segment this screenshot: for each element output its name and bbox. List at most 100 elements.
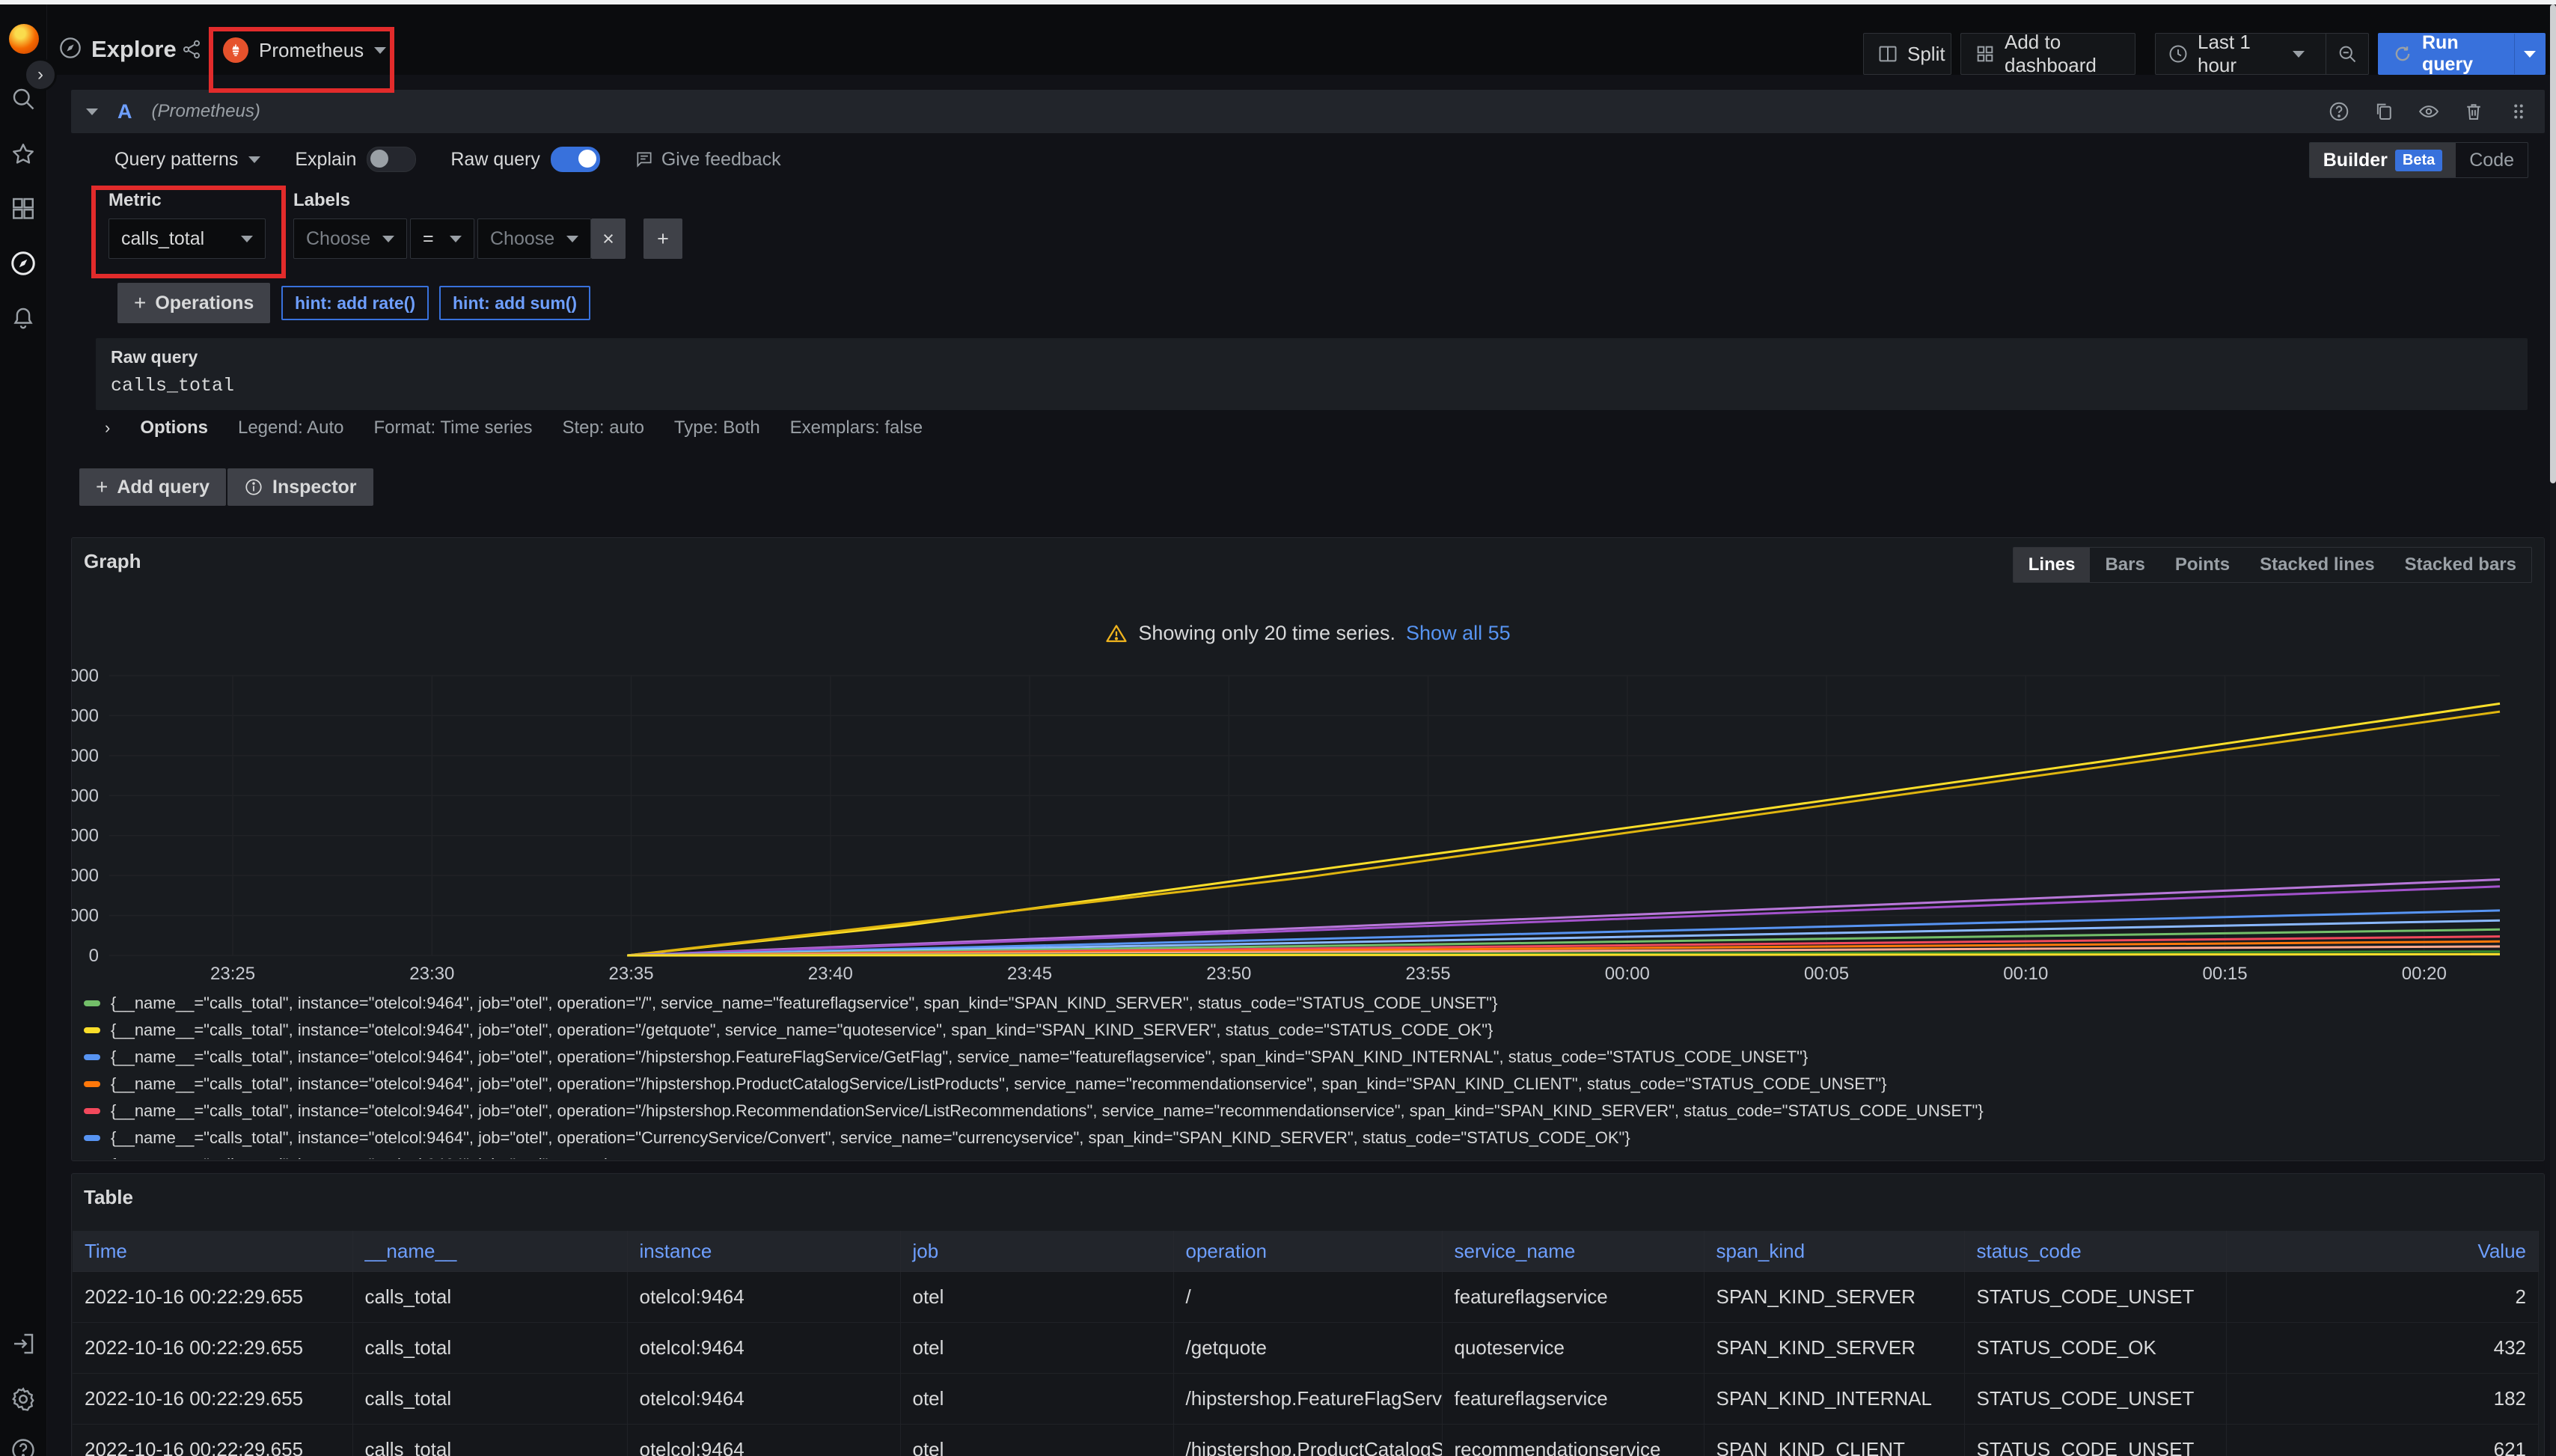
table-column-header-instance[interactable]: instance (627, 1231, 900, 1272)
chevron-down-icon (86, 108, 98, 115)
label-value-select[interactable]: Choose (477, 218, 591, 259)
builder-tab[interactable]: Builder Beta (2310, 143, 2456, 177)
explore-icon (58, 36, 82, 60)
query-options-row[interactable]: › Options Legend: AutoFormat: Time serie… (105, 417, 923, 438)
raw-query-label: Raw query (450, 149, 540, 171)
help-icon[interactable] (10, 1437, 37, 1456)
datasource-picker[interactable]: Prometheus (223, 37, 386, 63)
sidebar-expand-button[interactable]: › (24, 58, 57, 91)
sign-in-icon[interactable] (10, 1330, 37, 1357)
settings-icon[interactable] (10, 1386, 37, 1413)
legend-item[interactable]: {__name__="calls_total", instance="otelc… (84, 990, 2531, 1017)
graph-legend: {__name__="calls_total", instance="otelc… (84, 990, 2531, 1159)
graph-panel-title: Graph (84, 550, 141, 573)
apps-icon (1975, 43, 1996, 64)
label-operator-select[interactable]: = (410, 218, 474, 259)
time-range-label: Last 1 hour (2198, 31, 2284, 77)
query-option-summary: Step: auto (563, 417, 644, 438)
legend-item[interactable]: {__name__="calls_total", instance="otelc… (84, 1071, 2531, 1098)
split-button[interactable]: Split (1863, 33, 1951, 75)
graph-mode-lines[interactable]: Lines (2014, 548, 2091, 582)
grafana-logo[interactable] (9, 24, 39, 54)
table-cell: 621 (2226, 1425, 2539, 1456)
eye-icon[interactable] (2418, 100, 2440, 123)
legend-series-label: {__name__="calls_total", instance="otelc… (111, 1047, 1808, 1067)
table-cell: otelcol:9464 (627, 1425, 900, 1456)
legend-item[interactable]: {__name__="calls_total", instance="otelc… (84, 1044, 2531, 1071)
add-label-button[interactable]: + (643, 218, 682, 259)
table-column-header-service-name[interactable]: service_name (1442, 1231, 1704, 1272)
table-column-header-value[interactable]: Value (2226, 1231, 2539, 1272)
raw-query-toggle[interactable] (551, 147, 600, 172)
chevron-down-icon (382, 236, 394, 242)
table-column-header-time[interactable]: Time (73, 1231, 352, 1272)
operations-button[interactable]: + Operations (117, 283, 270, 323)
run-query-button[interactable]: Run query (2379, 34, 2505, 74)
legend-item[interactable]: {__name__="calls_total", instance="otelc… (84, 1098, 2531, 1125)
chevron-down-icon (566, 236, 578, 242)
query-row-header[interactable]: A (Prometheus) (71, 90, 2545, 133)
legend-item[interactable]: {__name__="calls_total", instance="otelc… (84, 1125, 2531, 1151)
legend-series-label: {__name__="calls_total", instance="otelc… (111, 1155, 635, 1159)
table-column-header-span-kind[interactable]: span_kind (1704, 1231, 1964, 1272)
zoom-out-button[interactable] (2326, 34, 2368, 74)
y-axis-tick: 2000 (71, 906, 99, 926)
remove-label-button[interactable]: × (591, 218, 626, 259)
label-key-select[interactable]: Choose (293, 218, 407, 259)
question-circle-icon[interactable] (2328, 100, 2350, 123)
comment-icon (635, 150, 654, 169)
show-all-link[interactable]: Show all 55 (1406, 622, 1511, 645)
table-cell: 2022-10-16 00:22:29.655 (73, 1425, 352, 1456)
query-hint-button[interactable]: hint: add rate() (281, 286, 429, 320)
chevron-down-icon (248, 156, 260, 163)
time-picker-group: Last 1 hour (2155, 33, 2369, 75)
legend-item[interactable]: {__name__="calls_total", instance="otelc… (84, 1151, 2531, 1159)
query-patterns-label: Query patterns (114, 149, 238, 171)
chevron-down-icon (450, 236, 462, 242)
query-hint-button[interactable]: hint: add sum() (439, 286, 590, 320)
run-query-dropdown[interactable] (2514, 34, 2545, 74)
query-option-summary: Exemplars: false (790, 417, 923, 438)
explore-nav-icon[interactable] (10, 250, 37, 277)
table-column-header-job[interactable]: job (900, 1231, 1173, 1272)
table-cell: SPAN_KIND_INTERNAL (1704, 1374, 1964, 1425)
share-icon[interactable] (181, 39, 202, 60)
table-column-header-operation[interactable]: operation (1173, 1231, 1442, 1272)
graph-mode-bars[interactable]: Bars (2090, 548, 2159, 582)
x-axis-tick: 00:05 (1804, 964, 1849, 984)
x-axis-tick: 00:00 (1605, 964, 1650, 984)
trash-icon[interactable] (2462, 100, 2485, 123)
explain-toggle[interactable] (367, 147, 416, 172)
table-cell: featureflagservice (1442, 1374, 1704, 1425)
graph-mode-switch: LinesBarsPointsStacked linesStacked bars (2013, 547, 2532, 583)
star-icon[interactable] (10, 141, 37, 168)
query-option-summary: Format: Time series (373, 417, 532, 438)
drag-handle-icon[interactable] (2507, 100, 2530, 123)
query-patterns-dropdown[interactable]: Query patterns (114, 149, 260, 171)
inspector-button[interactable]: Inspector (227, 468, 373, 506)
table-column-header---name--[interactable]: __name__ (352, 1231, 627, 1272)
add-query-button[interactable]: + Add query (79, 468, 226, 506)
graph-mode-points[interactable]: Points (2160, 548, 2245, 582)
graph-canvas[interactable]: 0200040006000800010000120001400023:2523:… (78, 671, 2532, 985)
give-feedback-link[interactable]: Give feedback (635, 149, 781, 171)
scrollbar-thumb[interactable] (2550, 4, 2556, 483)
legend-item[interactable]: {__name__="calls_total", instance="otelc… (84, 1017, 2531, 1044)
copy-icon[interactable] (2373, 100, 2395, 123)
graph-warning: Showing only 20 time series. Show all 55 (72, 622, 2544, 645)
chevron-down-icon (241, 236, 253, 242)
alerting-icon[interactable] (10, 304, 37, 331)
table-cell: otel (900, 1323, 1173, 1374)
chevron-right-icon: › (105, 418, 110, 438)
time-range-button[interactable]: Last 1 hour (2156, 34, 2317, 74)
graph-mode-stacked-lines[interactable]: Stacked lines (2245, 548, 2389, 582)
table-cell: otel (900, 1425, 1173, 1456)
code-tab[interactable]: Code (2456, 143, 2528, 177)
table-column-header-status-code[interactable]: status_code (1964, 1231, 2226, 1272)
x-axis-tick: 23:35 (609, 964, 654, 984)
graph-mode-stacked-bars[interactable]: Stacked bars (2390, 548, 2531, 582)
dashboards-icon[interactable] (10, 195, 37, 221)
label-operator-value: = (423, 228, 434, 250)
add-to-dashboard-button[interactable]: Add to dashboard (1960, 33, 2135, 75)
metric-select[interactable]: calls_total (108, 218, 266, 259)
